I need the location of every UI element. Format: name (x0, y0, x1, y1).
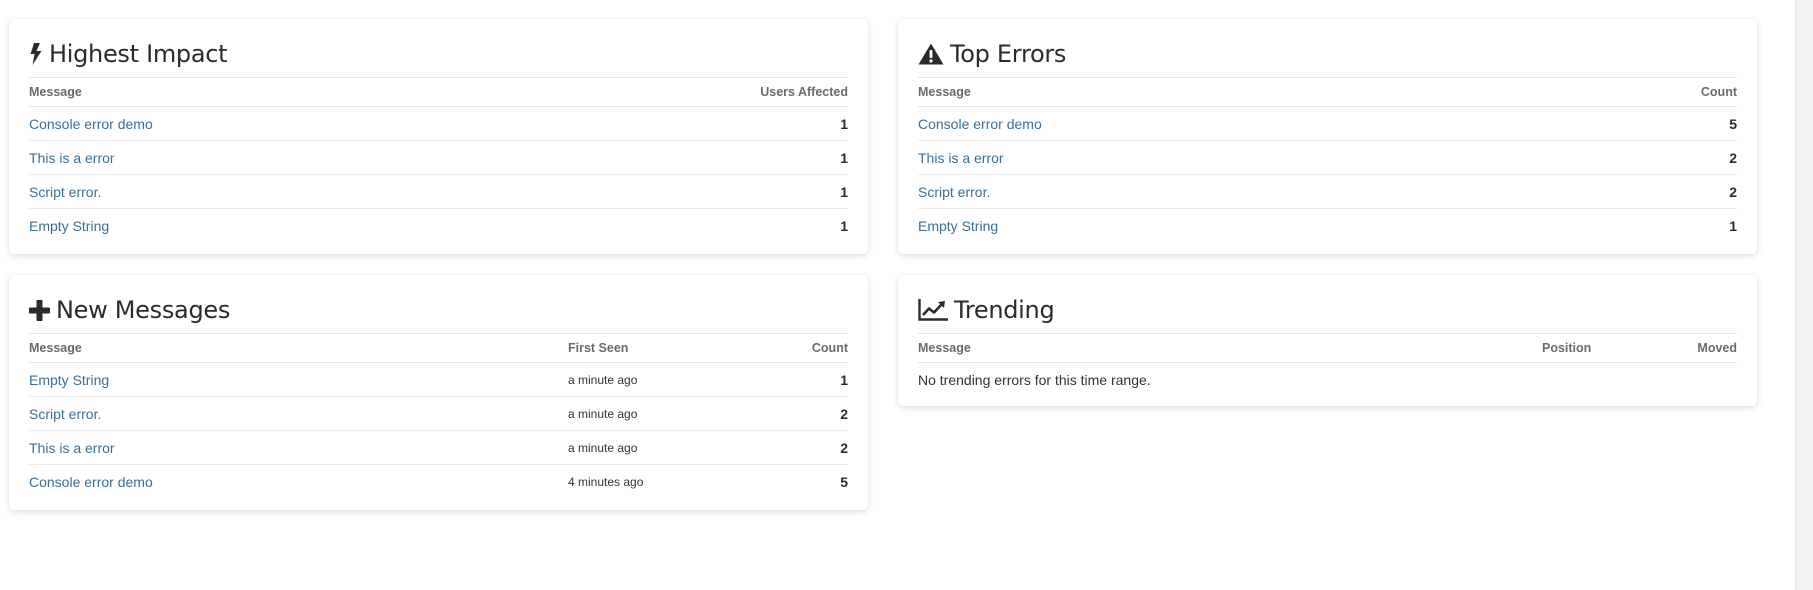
trending-table: Message Position Moved (918, 333, 1737, 363)
message-column-header[interactable]: Message (29, 77, 509, 107)
message-link[interactable]: Script error. (29, 184, 101, 200)
message-link[interactable]: This is a error (29, 150, 115, 166)
count-value: 2 (738, 396, 848, 431)
table-row: Script error. 1 (29, 174, 848, 209)
new-messages-card: New Messages Message First Seen Count Em… (9, 275, 868, 510)
count-value: 2 (738, 430, 848, 465)
count-value: 1 (738, 362, 848, 397)
plus-icon (29, 299, 50, 321)
count-column-header[interactable]: Count (1551, 77, 1737, 107)
highest-impact-title: Highest Impact (29, 37, 848, 71)
new-messages-table: Message First Seen Count Empty String a … (29, 333, 848, 498)
highest-impact-table: Message Users Affected Console error dem… (29, 77, 848, 242)
count-value: 2 (1551, 140, 1737, 175)
count-column-header[interactable]: Count (738, 333, 848, 363)
position-column-header[interactable]: Position (1542, 333, 1662, 363)
first-seen-value: a minute ago (568, 430, 738, 465)
vertical-scrollbar[interactable] (1795, 0, 1813, 590)
table-row: This is a error 1 (29, 140, 848, 175)
table-row: Console error demo 5 (918, 106, 1737, 141)
message-link[interactable]: Console error demo (29, 474, 153, 490)
users-affected-column-header[interactable]: Users Affected (508, 77, 848, 107)
message-column-header[interactable]: Message (918, 77, 1552, 107)
trending-title: Trending (918, 293, 1737, 327)
first-seen-column-header[interactable]: First Seen (568, 333, 738, 363)
table-row: Console error demo 1 (29, 106, 848, 141)
table-header-row: Message Users Affected (29, 77, 848, 107)
count-value: 5 (840, 473, 848, 490)
count-value: 1 (1729, 217, 1737, 234)
first-seen-value: 4 minutes ago (568, 474, 644, 489)
table-header-row: Message Count (918, 77, 1737, 107)
count-value: 2 (1551, 174, 1737, 209)
table-header-row: Message First Seen Count (29, 333, 848, 363)
table-row: Script error. a minute ago 2 (29, 396, 848, 431)
first-seen-value: a minute ago (568, 396, 738, 431)
table-row: Empty String 1 (918, 209, 1737, 243)
message-column-header[interactable]: Message (918, 333, 1542, 363)
table-header-row: Message Position Moved (918, 333, 1737, 363)
message-link[interactable]: Empty String (918, 218, 998, 234)
users-affected-value: 1 (840, 217, 848, 234)
users-affected-value: 1 (508, 106, 848, 141)
top-errors-title-text: Top Errors (950, 40, 1067, 68)
message-link[interactable]: Script error. (29, 406, 101, 422)
highest-impact-title-text: Highest Impact (49, 40, 228, 68)
bolt-icon (29, 43, 43, 65)
message-link[interactable]: This is a error (29, 440, 115, 456)
moved-column-header[interactable]: Moved (1662, 333, 1737, 363)
dashboard-page: Highest Impact Message Users Affected Co… (0, 0, 1813, 590)
table-row: This is a error 2 (918, 140, 1737, 175)
first-seen-value: a minute ago (568, 362, 738, 397)
table-row: Empty String a minute ago 1 (29, 362, 848, 397)
users-affected-value: 1 (508, 140, 848, 175)
message-link[interactable]: Console error demo (918, 116, 1042, 132)
message-link[interactable]: Empty String (29, 218, 109, 234)
users-affected-value: 1 (508, 174, 848, 209)
no-trending-message: No trending errors for this time range. (918, 372, 1151, 388)
new-messages-title-text: New Messages (56, 296, 231, 324)
message-column-header[interactable]: Message (29, 333, 568, 363)
message-link[interactable]: Script error. (918, 184, 990, 200)
warning-icon (918, 43, 944, 65)
table-row: This is a error a minute ago 2 (29, 430, 848, 465)
top-errors-title: Top Errors (918, 37, 1737, 71)
line-chart-icon (918, 299, 948, 321)
trending-title-text: Trending (954, 296, 1055, 324)
highest-impact-card: Highest Impact Message Users Affected Co… (9, 19, 868, 254)
top-errors-table: Message Count Console error demo 5 This … (918, 77, 1737, 242)
new-messages-title: New Messages (29, 293, 848, 327)
top-errors-card: Top Errors Message Count Console error d… (898, 19, 1757, 254)
table-row: Script error. 2 (918, 174, 1737, 209)
message-link[interactable]: Console error demo (29, 116, 153, 132)
table-row: Empty String 1 (29, 209, 848, 243)
table-row: Console error demo 4 minutes ago 5 (29, 465, 848, 499)
trending-card: Trending Message Position Moved No trend… (898, 275, 1757, 406)
count-value: 5 (1551, 106, 1737, 141)
message-link[interactable]: Empty String (29, 372, 109, 388)
message-link[interactable]: This is a error (918, 150, 1004, 166)
